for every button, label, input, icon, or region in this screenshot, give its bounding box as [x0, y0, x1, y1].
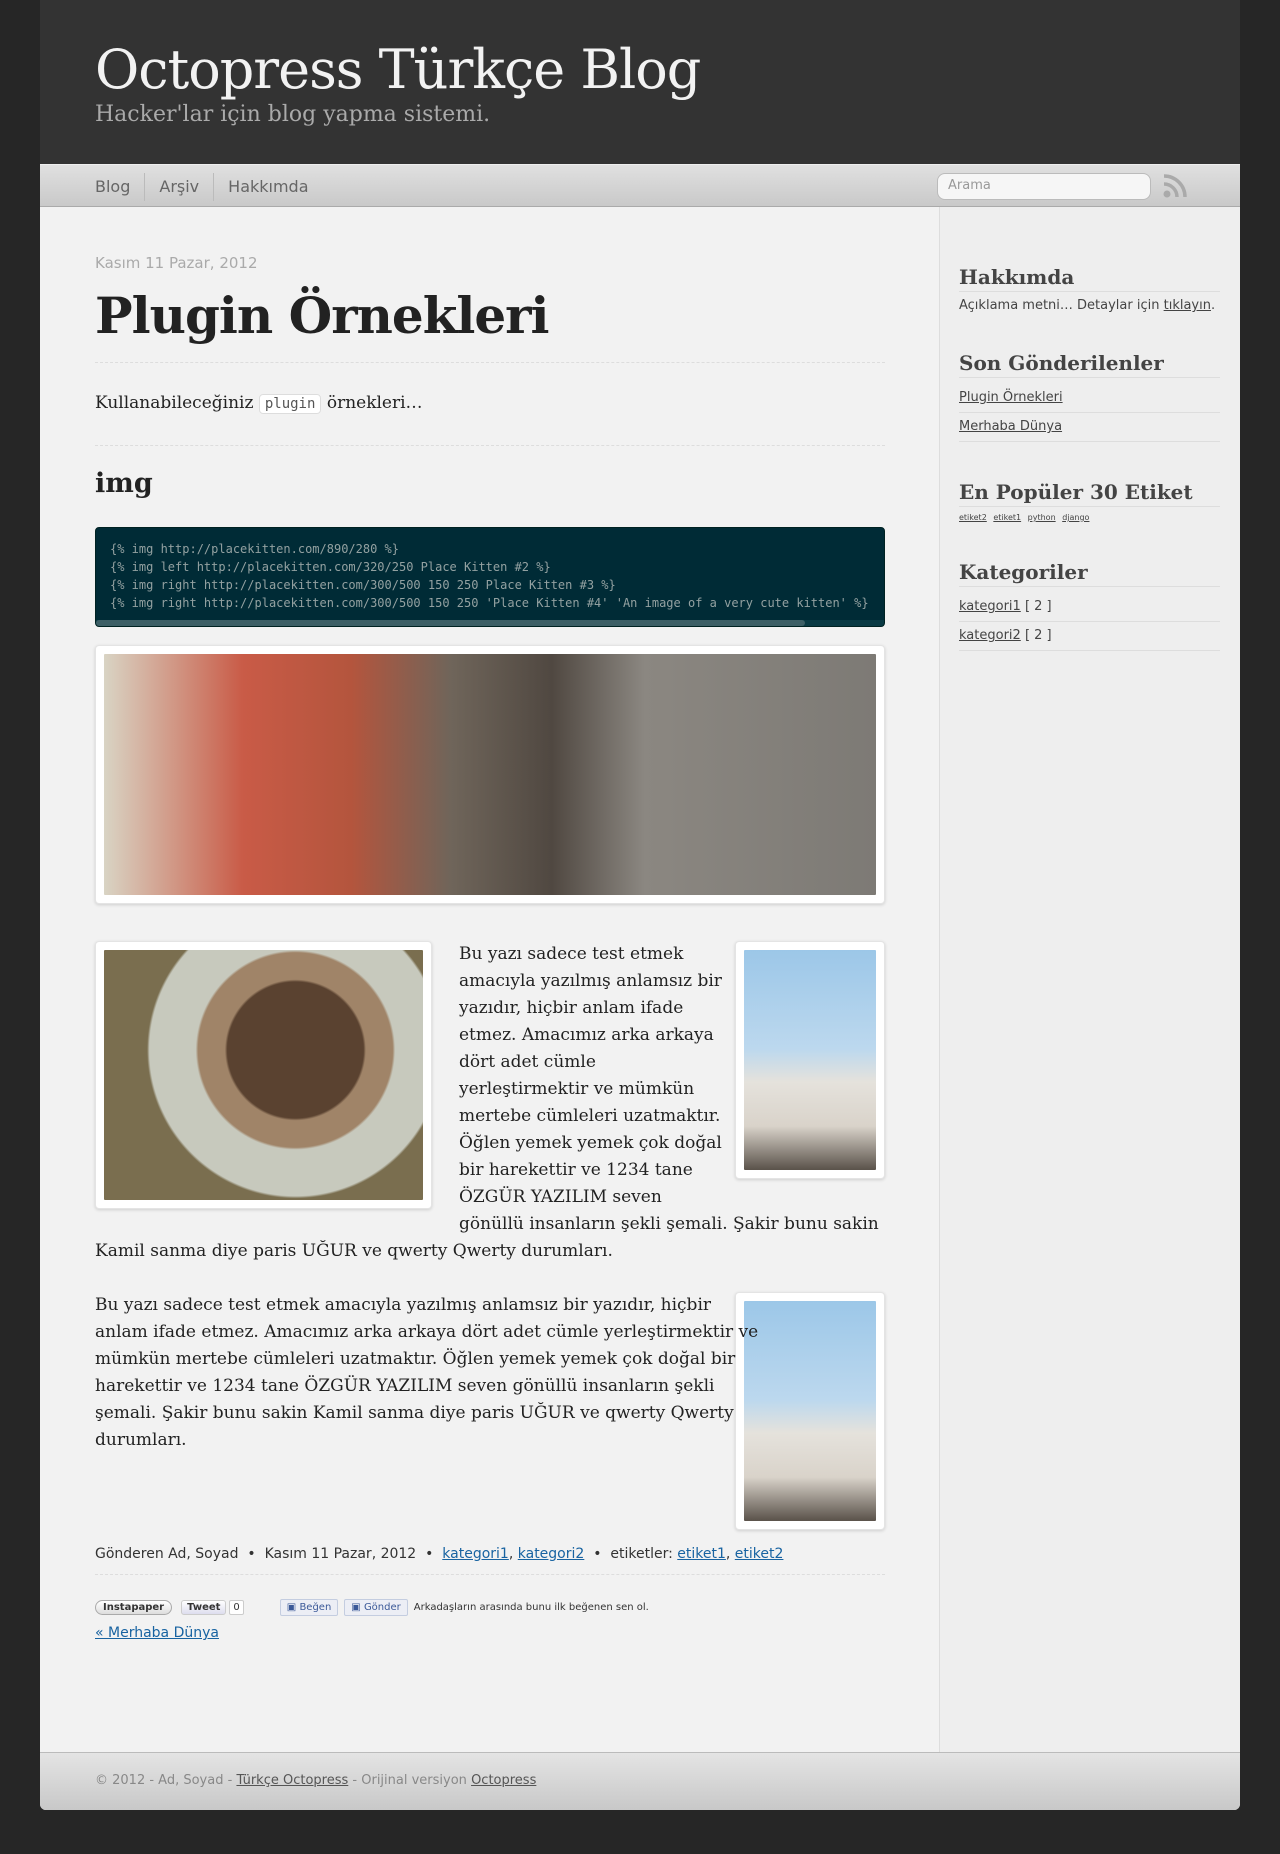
- paragraph-2: Bu yazı sadece test etmek amacıyla yazıl…: [95, 1292, 759, 1454]
- text-line: Bu yazı sadece test etmek amacıyla yazıl…: [95, 1295, 712, 1315]
- about-text: Açıklama metni… Detaylar için: [959, 298, 1160, 313]
- intro-text: Kullanabileceğiniz: [95, 393, 254, 413]
- code-line: {% img http://placekitten.com/890/280 %}: [110, 542, 399, 556]
- tag-cloud-link[interactable]: django: [1062, 513, 1089, 522]
- kitten-image-wide: [95, 645, 885, 904]
- sidebar-heading: Hakkımda: [959, 265, 1220, 292]
- tweet-button[interactable]: Tweet: [181, 1600, 227, 1615]
- recent-post-link[interactable]: Plugin Örnekleri: [959, 390, 1063, 405]
- category-link[interactable]: kategori2: [959, 628, 1021, 643]
- sharing-bar: Instapaper Tweet 0 ▣ Beğen ▣ Gönder Arka…: [95, 1599, 649, 1616]
- post-author: Gönderen Ad, Soyad: [95, 1546, 239, 1562]
- category-link[interactable]: kategori1: [959, 599, 1021, 614]
- recent-post-link[interactable]: Merhaba Dünya: [959, 419, 1062, 434]
- post-meta: Gönderen Ad, Soyad • Kasım 11 Pazar, 201…: [95, 1546, 885, 1575]
- text-line: mümkün mertebe cümleleri uzatmaktır. Öğl…: [95, 1349, 736, 1369]
- text-line: Öğlen yemek yemek çok doğal: [459, 1133, 722, 1153]
- sidebar-tags: En Popüler 30 Etiket etiket2 etiket1 pyt…: [959, 480, 1220, 522]
- sidebar-recent: Son Gönderilenler Plugin Örnekleri Merha…: [959, 351, 1220, 442]
- paragraph-1-end: Kamil sanma diye paris UĞUR ve qwerty Qw…: [95, 1241, 613, 1261]
- tags-label: etiketler:: [610, 1546, 673, 1562]
- site-title[interactable]: Octopress Türkçe Blog: [95, 38, 1185, 102]
- footer-text: - Orijinal versiyon: [352, 1773, 467, 1788]
- sidebar-about: Hakkımda Açıklama metni… Detaylar için t…: [959, 265, 1220, 313]
- category-link[interactable]: kategori1: [442, 1546, 509, 1562]
- paragraph-1: Bu yazı sadece test etmek amacıyla yazıl…: [459, 941, 879, 1238]
- text-line: amacıyla yazılmış anlamsız bir: [459, 971, 722, 991]
- search-input[interactable]: Arama: [937, 173, 1151, 200]
- like-button[interactable]: ▣ Beğen: [279, 1599, 339, 1616]
- nav-about[interactable]: Hakkımda: [213, 173, 322, 201]
- code-line: {% img right http://placekitten.com/300/…: [110, 596, 869, 610]
- prev-post-link[interactable]: « Merhaba Dünya: [95, 1625, 219, 1641]
- sidebar-categories: Kategoriler kategori1 [ 2 ] kategori2 [ …: [959, 560, 1220, 651]
- fb-text: Arkadaşların arasında bunu ilk beğenen s…: [413, 1602, 649, 1613]
- tag-link[interactable]: etiket2: [735, 1546, 784, 1562]
- text-line: yazıdır, hiçbir anlam ifade: [459, 998, 684, 1018]
- footer-text: © 2012 - Ad, Soyad -: [95, 1773, 233, 1788]
- category-count: [ 2 ]: [1024, 628, 1052, 643]
- kitten-photo: [104, 950, 423, 1200]
- post-intro: Kullanabileceğiniz plugin örnekleri…: [95, 393, 885, 446]
- list-item: kategori1 [ 2 ]: [959, 593, 1220, 622]
- text-line: yerleştirmektir ve mümkün: [459, 1079, 695, 1099]
- article: Kasım 11 Pazar, 2012 Plugin Örnekleri Ku…: [95, 207, 885, 1641]
- text-line: etmez. Amacımız arka arkaya: [459, 1025, 714, 1045]
- list-item: kategori2 [ 2 ]: [959, 622, 1220, 651]
- post-date: Kasım 11 Pazar, 2012: [95, 254, 258, 272]
- tag-cloud-link[interactable]: etiket2: [959, 513, 987, 522]
- text-line: anlam ifade etmez. Amacımız arka arkaya …: [95, 1322, 759, 1342]
- inline-code: plugin: [258, 394, 322, 414]
- main-nav: Blog Arşiv Hakkımda Arama: [40, 164, 1240, 207]
- text-line: şemali. Şakir bunu sakin Kamil sanma diy…: [95, 1403, 734, 1423]
- post-title[interactable]: Plugin Örnekleri: [95, 284, 885, 363]
- code-scrollbar[interactable]: [96, 620, 884, 626]
- scrollbar-thumb[interactable]: [96, 620, 806, 626]
- kitten-photo: [744, 950, 876, 1170]
- kitten-photo: [104, 654, 876, 895]
- list-item: Merhaba Dünya: [959, 413, 1220, 442]
- intro-text-after: örnekleri…: [326, 393, 423, 413]
- nav-blog[interactable]: Blog: [95, 173, 144, 201]
- tag-cloud-link[interactable]: python: [1028, 513, 1056, 522]
- text-line: bir harekettir ve 1234 tane: [459, 1160, 693, 1180]
- sidebar: Hakkımda Açıklama metni… Detaylar için t…: [939, 207, 1240, 1752]
- text-line: ÖZGÜR YAZILIM seven: [459, 1187, 662, 1207]
- rss-icon[interactable]: [1162, 173, 1188, 199]
- code-block[interactable]: {% img http://placekitten.com/890/280 %}…: [95, 527, 885, 627]
- footer-link[interactable]: Türkçe Octopress: [236, 1773, 348, 1788]
- text-line: dört adet cümle: [459, 1052, 596, 1072]
- footer-link[interactable]: Octopress: [471, 1773, 536, 1788]
- text-line: gönüllü insanların şekli şemali. Şakir b…: [459, 1214, 879, 1234]
- site-footer: © 2012 - Ad, Soyad - Türkçe Octopress - …: [40, 1752, 1240, 1810]
- nav-archive[interactable]: Arşiv: [144, 173, 213, 201]
- sidebar-heading: Son Gönderilenler: [959, 351, 1220, 378]
- page: Octopress Türkçe Blog Hacker'lar için bl…: [40, 0, 1240, 1810]
- code-line: {% img left http://placekitten.com/320/2…: [110, 560, 551, 574]
- about-link[interactable]: tıklayın: [1164, 298, 1211, 313]
- list-item: Plugin Örnekleri: [959, 384, 1220, 413]
- text-line: Bu yazı sadece test etmek: [459, 944, 684, 964]
- sidebar-heading: En Popüler 30 Etiket: [959, 480, 1220, 507]
- site-subtitle: Hacker'lar için blog yapma sistemi.: [95, 102, 491, 127]
- send-button[interactable]: ▣ Gönder: [344, 1599, 408, 1616]
- text-line: harekettir ve 1234 tane ÖZGÜR YAZILIM se…: [95, 1376, 715, 1396]
- content-area: Kasım 11 Pazar, 2012 Plugin Örnekleri Ku…: [40, 207, 1240, 1752]
- text-line: durumları.: [95, 1430, 187, 1450]
- instapaper-button[interactable]: Instapaper: [95, 1600, 173, 1615]
- section-heading: img: [95, 468, 153, 499]
- kitten-photo: [744, 1301, 876, 1521]
- site-header: Octopress Türkçe Blog Hacker'lar için bl…: [40, 0, 1240, 164]
- category-link[interactable]: kategori2: [518, 1546, 585, 1562]
- tweet-count: 0: [229, 1600, 244, 1615]
- tag-link[interactable]: etiket1: [677, 1546, 726, 1562]
- kitten-image-right: [735, 941, 885, 1179]
- category-count: [ 2 ]: [1024, 599, 1052, 614]
- tag-cloud-link[interactable]: etiket1: [993, 513, 1021, 522]
- code-line: {% img right http://placekitten.com/300/…: [110, 578, 616, 592]
- kitten-image-left: [95, 941, 432, 1209]
- sidebar-heading: Kategoriler: [959, 560, 1220, 587]
- text-line: mertebe cümleleri uzatmaktır.: [459, 1106, 721, 1126]
- meta-date: Kasım 11 Pazar, 2012: [264, 1546, 417, 1562]
